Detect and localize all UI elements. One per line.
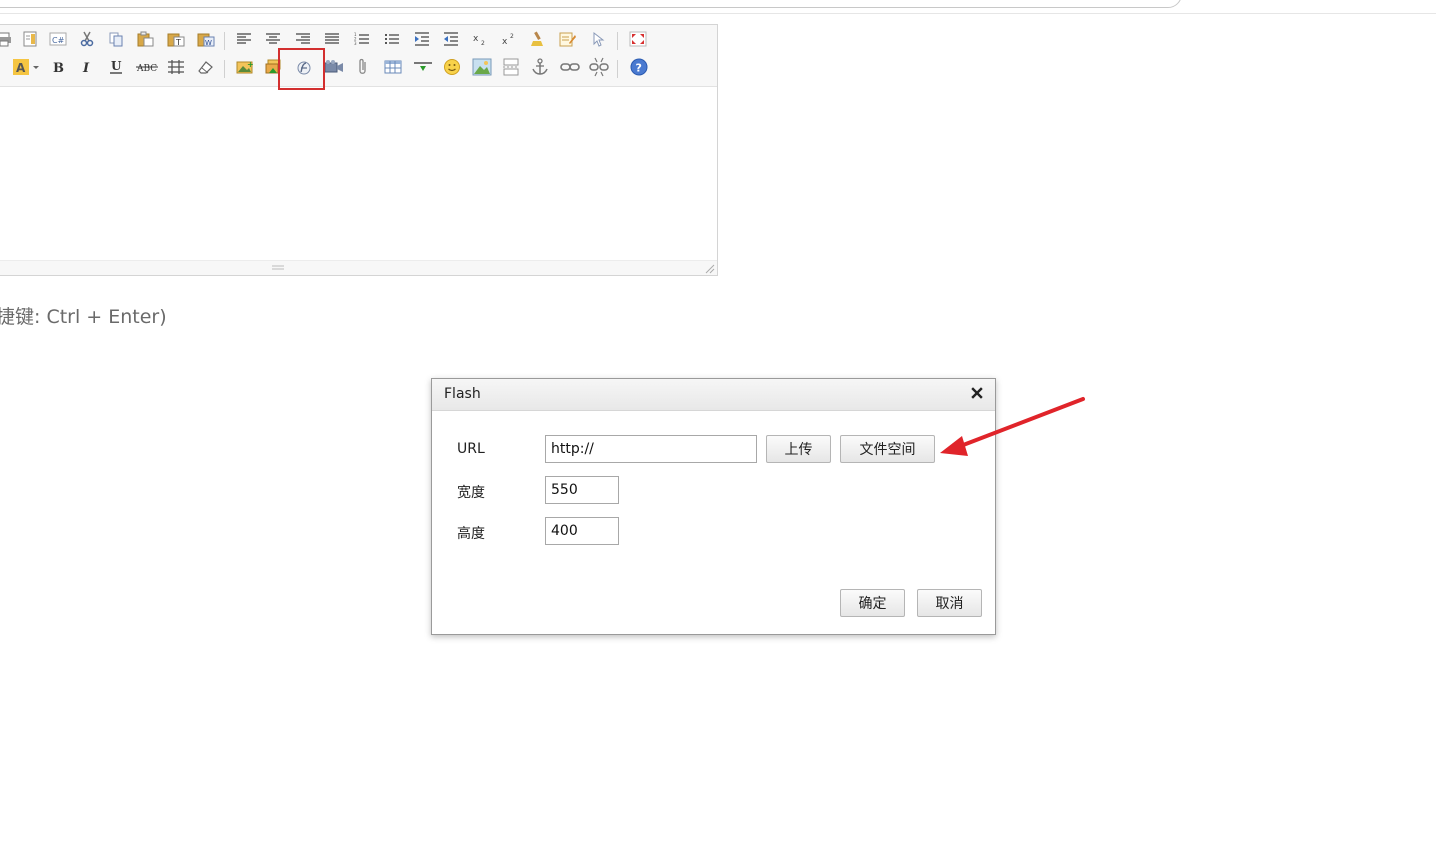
anchor-icon[interactable] [529, 56, 551, 78]
toolbar-row-1: C# T W 1 2 3 x 2 x 2 [0, 28, 717, 54]
top-input-field-edge[interactable] [0, 0, 1182, 8]
paste-text-icon[interactable]: T [165, 28, 187, 50]
remove-format-icon[interactable] [195, 56, 217, 78]
file-space-button[interactable]: 文件空间 [840, 435, 935, 463]
ok-button[interactable]: 确定 [840, 589, 905, 617]
svg-text:2: 2 [481, 40, 485, 46]
cut-icon[interactable] [76, 28, 98, 50]
horizontal-rule-icon[interactable] [412, 56, 434, 78]
toolbar-separator [617, 32, 618, 50]
dialog-title: Flash [444, 386, 481, 402]
outdent-icon[interactable] [440, 28, 462, 50]
clear-format-icon[interactable] [527, 28, 549, 50]
editor-toolbar: C# T W 1 2 3 x 2 x 2 A B I U ABC + ? [0, 25, 717, 87]
indent-icon[interactable] [411, 28, 433, 50]
svg-text:I: I [82, 61, 90, 74]
print-icon[interactable] [0, 28, 15, 50]
svg-text:T: T [175, 38, 181, 47]
unordered-list-icon[interactable] [381, 28, 403, 50]
page-break-icon[interactable] [500, 56, 522, 78]
url-label: URL [457, 441, 485, 457]
code-icon[interactable]: C# [47, 28, 69, 50]
svg-text:x: x [473, 34, 479, 44]
align-left-icon[interactable] [233, 28, 255, 50]
align-center-icon[interactable] [262, 28, 284, 50]
italic-icon[interactable]: I [76, 56, 98, 78]
svg-text:+: + [247, 60, 254, 69]
svg-text:A: A [16, 61, 26, 75]
ordered-list-icon[interactable]: 123 [351, 28, 373, 50]
subscript-icon[interactable]: x2 [469, 28, 491, 50]
dialog-header: Flash [432, 379, 995, 411]
svg-text:?: ? [636, 62, 642, 75]
flash-dialog: Flash URL 上传 文件空间 宽度 高度 确定 取消 [431, 378, 996, 635]
flash-button-highlight [278, 48, 325, 90]
upload-button[interactable]: 上传 [766, 435, 831, 463]
align-right-icon[interactable] [292, 28, 314, 50]
width-label: 宽度 [457, 485, 485, 501]
svg-text:x: x [502, 37, 508, 46]
svg-text:W: W [205, 39, 212, 47]
svg-text:C#: C# [52, 36, 65, 45]
toolbar-separator [224, 60, 225, 78]
paste-word-icon[interactable]: W [195, 28, 217, 50]
resize-corner-icon[interactable] [705, 264, 715, 274]
svg-text:3: 3 [354, 41, 357, 46]
emoticon-icon[interactable] [441, 56, 463, 78]
toolbar-row-2: A B I U ABC + ? [0, 56, 717, 82]
align-justify-icon[interactable] [321, 28, 343, 50]
superscript-icon[interactable]: x2 [498, 28, 520, 50]
strikethrough-icon[interactable]: ABC [135, 56, 161, 78]
unlink-icon[interactable] [588, 56, 610, 78]
fullscreen-icon[interactable] [627, 28, 649, 50]
table-icon[interactable] [382, 56, 404, 78]
height-input[interactable] [545, 517, 619, 545]
height-label: 高度 [457, 526, 485, 542]
close-icon[interactable] [969, 385, 985, 401]
image-icon[interactable]: + [234, 56, 256, 78]
select-all-icon[interactable] [587, 28, 609, 50]
link-icon[interactable] [559, 56, 581, 78]
quick-format-icon[interactable] [557, 28, 579, 50]
underline-icon[interactable]: U [105, 56, 127, 78]
width-input[interactable] [545, 476, 619, 504]
cancel-button[interactable]: 取消 [917, 589, 982, 617]
insert-file-icon[interactable] [352, 56, 374, 78]
help-icon[interactable]: ? [628, 56, 650, 78]
editor-status-bar [0, 260, 717, 275]
svg-text:2: 2 [510, 33, 514, 40]
toolbar-separator [224, 32, 225, 50]
rich-text-editor: C# T W 1 2 3 x 2 x 2 A B I U ABC + ? [0, 24, 718, 276]
line-height-icon[interactable] [165, 56, 187, 78]
toolbar-separator [617, 60, 618, 78]
submit-shortcut-hint: 捷键: Ctrl + Enter) [0, 306, 167, 328]
paste-icon[interactable] [135, 28, 157, 50]
resize-center-grip-icon[interactable] [271, 264, 285, 272]
font-color-icon[interactable]: A [11, 56, 41, 78]
media-icon[interactable] [323, 56, 345, 78]
svg-text:U: U [111, 59, 122, 73]
svg-text:ABC: ABC [136, 64, 157, 74]
url-input[interactable] [545, 435, 757, 463]
baidu-map-icon[interactable] [471, 56, 493, 78]
template-icon[interactable] [19, 28, 41, 50]
svg-text:B: B [53, 61, 64, 74]
copy-icon[interactable] [105, 28, 127, 50]
bold-icon[interactable]: B [47, 56, 69, 78]
